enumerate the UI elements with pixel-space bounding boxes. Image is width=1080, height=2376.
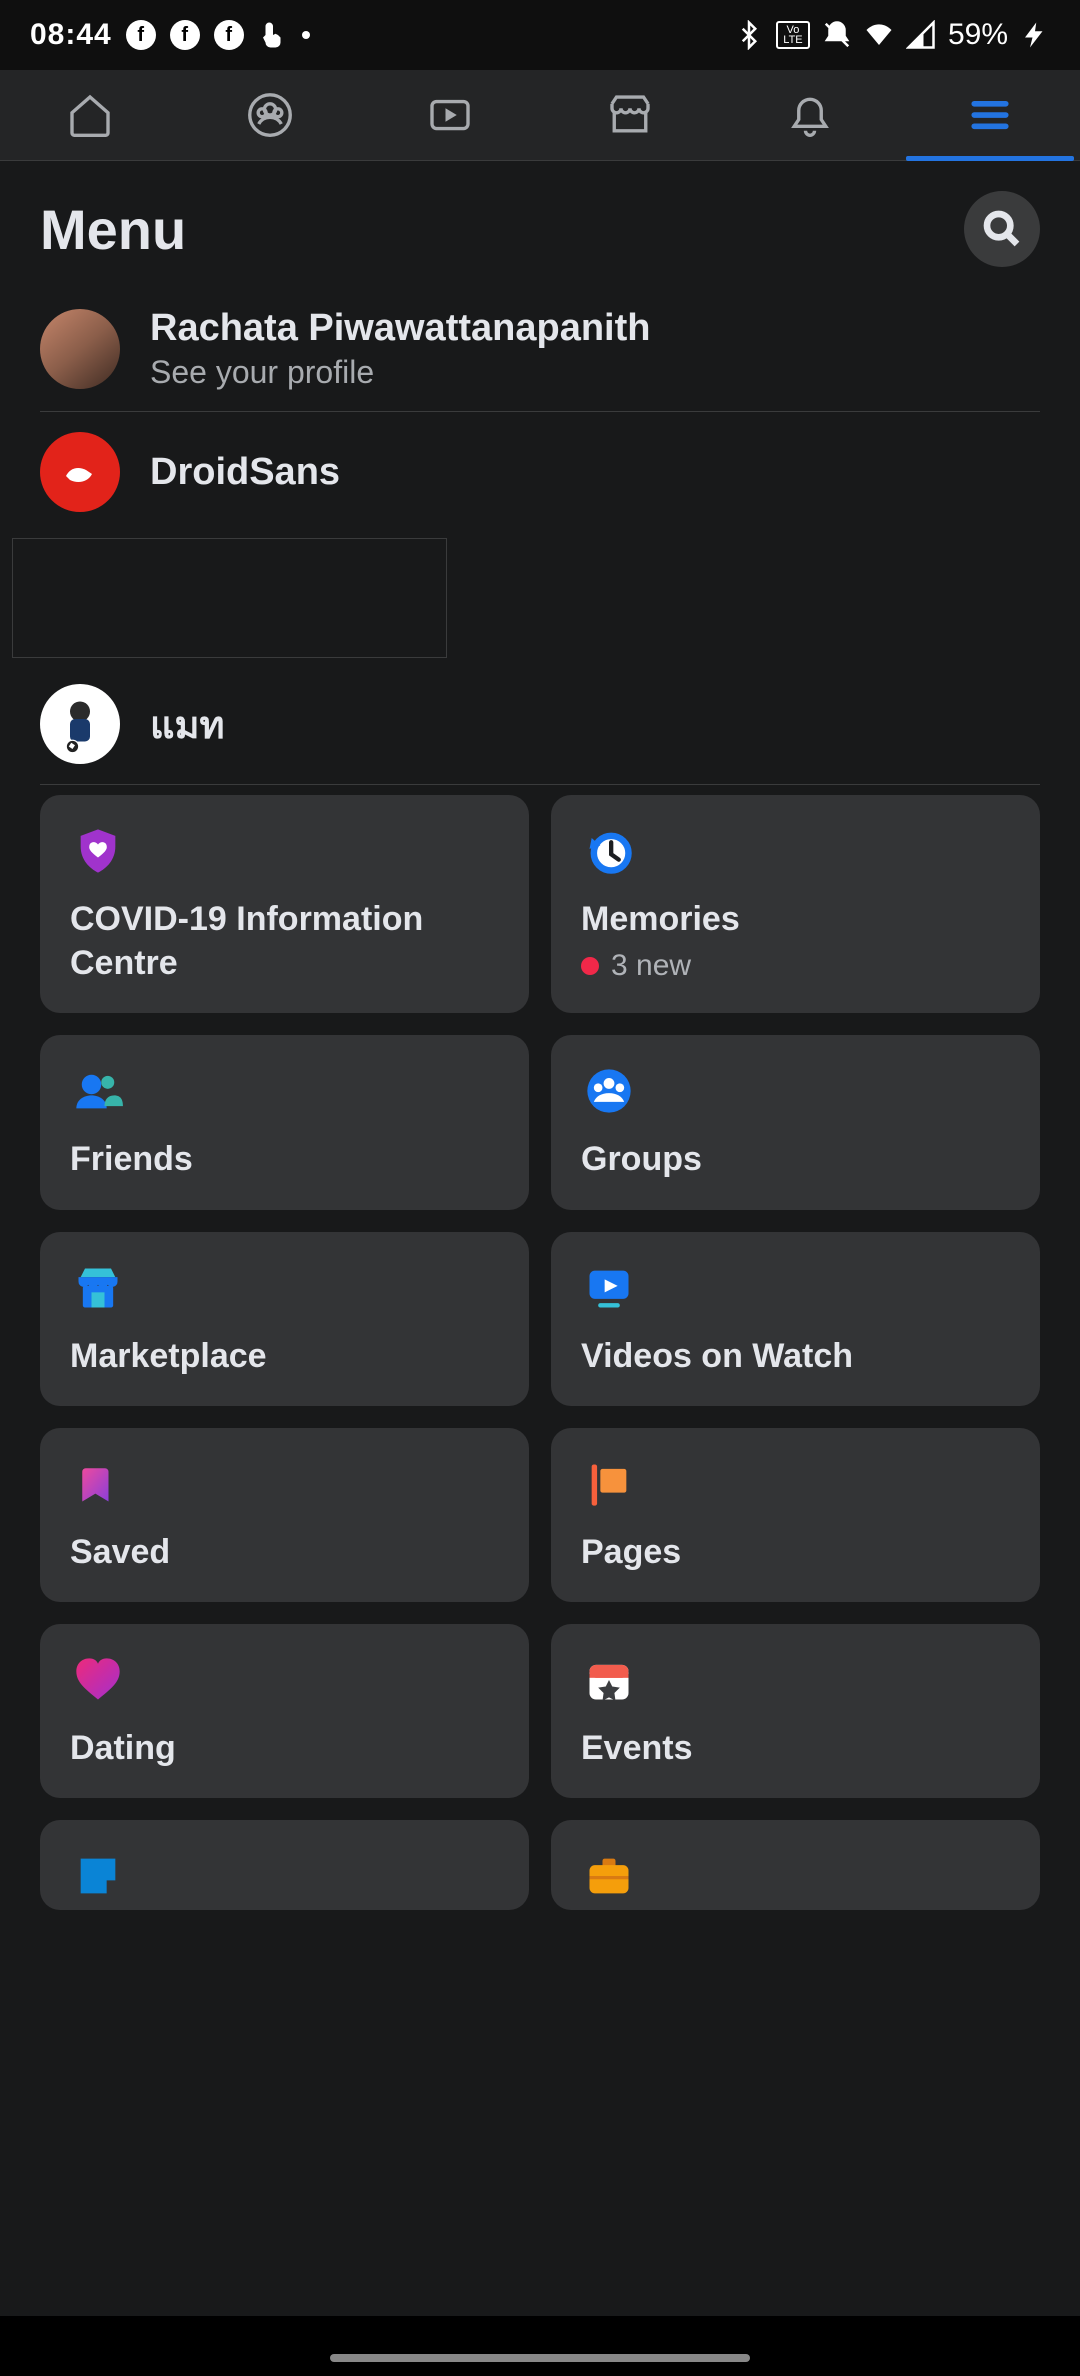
tile-label: Marketplace: [70, 1334, 499, 1378]
wifi-icon: [864, 20, 894, 50]
tile-badge: 3 new: [581, 949, 1010, 983]
app-tab-bar: [0, 70, 1080, 160]
tile-marketplace[interactable]: Marketplace: [40, 1232, 529, 1406]
tile-label: Memories: [581, 897, 1010, 941]
status-bar: 08:44 f f f Vo LTE 59%: [0, 0, 1080, 70]
more-dot-icon: [302, 31, 310, 39]
bluetooth-icon: [734, 20, 764, 50]
battery-percentage: 59%: [948, 18, 1008, 52]
tab-friends[interactable]: [180, 70, 360, 160]
volte-icon: Vo LTE: [776, 21, 810, 49]
shortcut-label: แมท: [150, 694, 225, 755]
tile-memories[interactable]: Memories 3 new: [551, 795, 1040, 1013]
shortcut-label: DroidSans: [150, 451, 340, 494]
shortcut-avatar-row[interactable]: แมท: [0, 664, 1080, 784]
facebook-icon: f: [126, 20, 156, 50]
page-avatar: [40, 432, 120, 512]
heart-icon: [70, 1652, 126, 1708]
tab-watch[interactable]: [360, 70, 540, 160]
tile-pages[interactable]: Pages: [551, 1428, 1040, 1602]
facebook-icon: f: [214, 20, 244, 50]
character-avatar: [40, 684, 120, 764]
tile-label: Events: [581, 1726, 1010, 1770]
facebook-icon: f: [170, 20, 200, 50]
gaming-icon: [70, 1848, 126, 1904]
tile-label: COVID-19 Information Centre: [70, 897, 499, 985]
bookmark-icon: [70, 1456, 126, 1512]
tab-marketplace[interactable]: [540, 70, 720, 160]
tile-label: Groups: [581, 1137, 1010, 1181]
redacted-area: [12, 538, 447, 658]
touch-icon: [258, 20, 288, 50]
tile-label: Saved: [70, 1530, 499, 1574]
signal-icon: [906, 20, 936, 50]
tab-home[interactable]: [0, 70, 180, 160]
tab-notifications[interactable]: [720, 70, 900, 160]
tile-saved[interactable]: Saved: [40, 1428, 529, 1602]
profile-avatar: [40, 309, 120, 389]
badge-dot-icon: [581, 957, 599, 975]
clock-rewind-icon: [581, 823, 637, 879]
tile-label: Pages: [581, 1530, 1010, 1574]
tile-badge-text: 3 new: [611, 949, 691, 983]
charging-icon: [1020, 20, 1050, 50]
tile-gaming[interactable]: [40, 1820, 529, 1910]
groups-icon: [581, 1063, 637, 1119]
notifications-muted-icon: [822, 20, 852, 50]
page-header: Menu: [0, 161, 1080, 287]
tab-menu[interactable]: [900, 70, 1080, 160]
profile-row[interactable]: Rachata Piwawattanapanith See your profi…: [0, 287, 1080, 411]
heart-shield-icon: [70, 823, 126, 879]
tile-videos[interactable]: Videos on Watch: [551, 1232, 1040, 1406]
briefcase-icon: [581, 1848, 637, 1904]
page-title: Menu: [40, 197, 186, 262]
watch-icon: [581, 1260, 637, 1316]
flag-icon: [581, 1456, 637, 1512]
search-button[interactable]: [964, 191, 1040, 267]
profile-name: Rachata Piwawattanapanith: [150, 307, 650, 350]
nav-handle[interactable]: [330, 2354, 750, 2362]
tile-label: Videos on Watch: [581, 1334, 1010, 1378]
tile-label: Dating: [70, 1726, 499, 1770]
system-nav-area: [0, 2316, 1080, 2376]
tile-covid[interactable]: COVID-19 Information Centre: [40, 795, 529, 1013]
menu-grid: COVID-19 Information Centre Memories 3 n…: [0, 785, 1080, 1920]
search-icon: [982, 209, 1022, 249]
profile-subtitle: See your profile: [150, 354, 650, 391]
tile-label: Friends: [70, 1137, 499, 1181]
tile-jobs[interactable]: [551, 1820, 1040, 1910]
status-time: 08:44: [30, 18, 112, 52]
marketplace-icon: [70, 1260, 126, 1316]
shortcut-page-row[interactable]: DroidSans: [0, 412, 1080, 532]
calendar-star-icon: [581, 1652, 637, 1708]
tile-groups[interactable]: Groups: [551, 1035, 1040, 1209]
friends-icon: [70, 1063, 126, 1119]
tile-dating[interactable]: Dating: [40, 1624, 529, 1798]
tile-friends[interactable]: Friends: [40, 1035, 529, 1209]
tile-events[interactable]: Events: [551, 1624, 1040, 1798]
